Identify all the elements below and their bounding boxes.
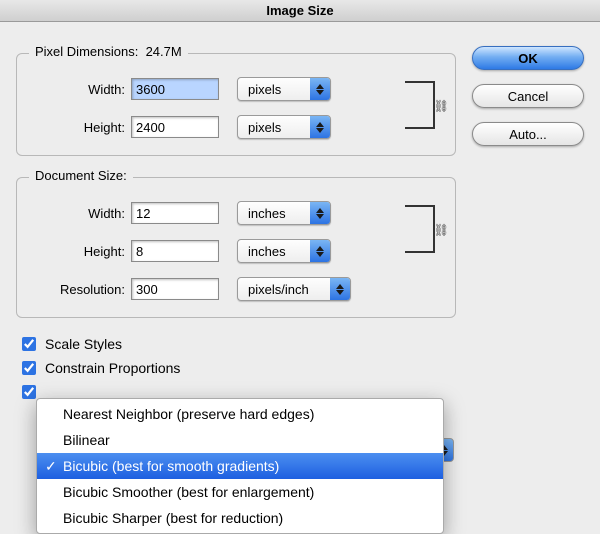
pixel-dimensions-size: 24.7M — [146, 44, 182, 59]
ok-button[interactable]: OK — [472, 46, 584, 70]
cancel-button[interactable]: Cancel — [472, 84, 584, 108]
doc-height-label: Height: — [29, 244, 125, 259]
updown-icon — [310, 116, 330, 138]
px-height-unit-text: pixels — [238, 120, 310, 135]
doc-height-unit-select[interactable]: inches — [237, 239, 331, 263]
px-width-unit-select[interactable]: pixels — [237, 77, 331, 101]
doc-width-input[interactable] — [131, 202, 219, 224]
chain-link-icon: ⛓ — [434, 99, 449, 113]
updown-icon — [310, 202, 330, 224]
doc-width-label: Width: — [29, 206, 125, 221]
link-bracket-icon — [405, 205, 435, 253]
updown-icon — [310, 240, 330, 262]
px-width-label: Width: — [29, 82, 125, 97]
resample-checkbox[interactable] — [22, 385, 36, 399]
interpolation-dropdown: Nearest Neighbor (preserve hard edges) Bi… — [36, 398, 444, 534]
pixel-dimensions-label: Pixel Dimensions: — [35, 44, 138, 59]
checkmark-icon: ✓ — [45, 456, 57, 476]
constrain-proportions-label: Constrain Proportions — [45, 360, 180, 376]
auto-button[interactable]: Auto... — [472, 122, 584, 146]
doc-height-input[interactable] — [131, 240, 219, 262]
window-title: Image Size — [0, 0, 600, 22]
pixel-dimensions-group: Pixel Dimensions: 24.7M Width: pixels He… — [16, 46, 456, 156]
updown-icon — [310, 78, 330, 100]
link-bracket-icon — [405, 81, 435, 129]
interpolation-option[interactable]: Bicubic Smoother (best for enlargement) — [37, 479, 443, 505]
px-height-label: Height: — [29, 120, 125, 135]
px-width-input[interactable] — [131, 78, 219, 100]
resolution-label: Resolution: — [29, 282, 125, 297]
resolution-unit-text: pixels/inch — [238, 282, 330, 297]
interpolation-option[interactable]: Bicubic Sharper (best for reduction) — [37, 505, 443, 531]
interpolation-option[interactable]: Nearest Neighbor (preserve hard edges) — [37, 401, 443, 427]
document-size-legend: Document Size: — [29, 168, 133, 183]
doc-width-unit-select[interactable]: inches — [237, 201, 331, 225]
interpolation-option-label: Bicubic Smoother (best for enlargement) — [63, 484, 314, 500]
doc-height-unit-text: inches — [238, 244, 310, 259]
interpolation-option[interactable]: Bilinear — [37, 427, 443, 453]
scale-styles-checkbox-row[interactable]: Scale Styles — [18, 334, 456, 354]
scale-styles-label: Scale Styles — [45, 336, 122, 352]
interpolation-option-label: Bicubic Sharper (best for reduction) — [63, 510, 283, 526]
constrain-proportions-checkbox[interactable] — [22, 361, 36, 375]
interpolation-option[interactable]: ✓ Bicubic (best for smooth gradients) — [37, 453, 443, 479]
doc-width-unit-text: inches — [238, 206, 310, 221]
px-width-unit-text: pixels — [238, 82, 310, 97]
constrain-proportions-checkbox-row[interactable]: Constrain Proportions — [18, 358, 456, 378]
px-height-input[interactable] — [131, 116, 219, 138]
interpolation-option-label: Nearest Neighbor (preserve hard edges) — [63, 406, 314, 422]
px-height-unit-select[interactable]: pixels — [237, 115, 331, 139]
chain-link-icon: ⛓ — [434, 223, 449, 237]
interpolation-option-label: Bicubic (best for smooth gradients) — [63, 458, 279, 474]
updown-icon — [330, 278, 350, 300]
resolution-unit-select[interactable]: pixels/inch — [237, 277, 351, 301]
pixel-dimensions-legend: Pixel Dimensions: 24.7M — [29, 44, 188, 59]
resolution-input[interactable] — [131, 278, 219, 300]
document-size-group: Document Size: Width: inches Height: inc… — [16, 170, 456, 318]
interpolation-option-label: Bilinear — [63, 432, 110, 448]
scale-styles-checkbox[interactable] — [22, 337, 36, 351]
